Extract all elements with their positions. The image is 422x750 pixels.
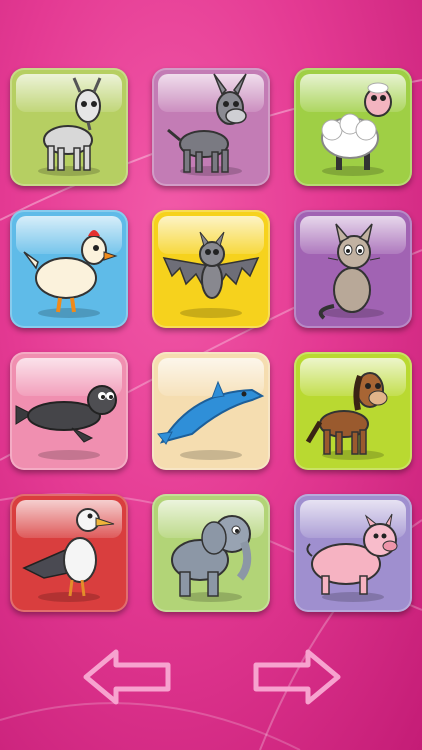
animal-grid [0, 0, 422, 750]
cat-icon [318, 223, 381, 320]
bat-icon [162, 231, 260, 299]
tile-seagull[interactable] [10, 494, 128, 612]
tile-sheep[interactable] [294, 68, 412, 186]
tile-donkey[interactable] [152, 68, 270, 186]
next-button[interactable] [250, 648, 342, 706]
left-arrow-icon [83, 649, 171, 705]
tile-cat[interactable] [294, 210, 412, 328]
tile-pig[interactable] [294, 494, 412, 612]
chicken-icon [23, 230, 118, 313]
previous-button[interactable] [82, 648, 174, 706]
tile-horse[interactable] [294, 352, 412, 470]
pig-icon [306, 513, 398, 595]
tile-bat[interactable] [152, 210, 270, 328]
right-arrow-icon [253, 649, 341, 705]
tile-seal[interactable] [10, 352, 128, 470]
donkey-icon [167, 73, 247, 173]
dolphin-icon [157, 380, 265, 445]
sheep-icon [321, 82, 392, 170]
tile-goat[interactable] [10, 68, 128, 186]
tile-elephant[interactable] [152, 494, 270, 612]
horse-icon [305, 372, 388, 455]
tile-chicken[interactable] [10, 210, 128, 328]
goat-icon [43, 77, 102, 171]
tile-dolphin[interactable] [152, 352, 270, 470]
seagull-icon [22, 508, 115, 597]
elephant-icon [171, 515, 252, 597]
seal-icon [15, 385, 117, 443]
